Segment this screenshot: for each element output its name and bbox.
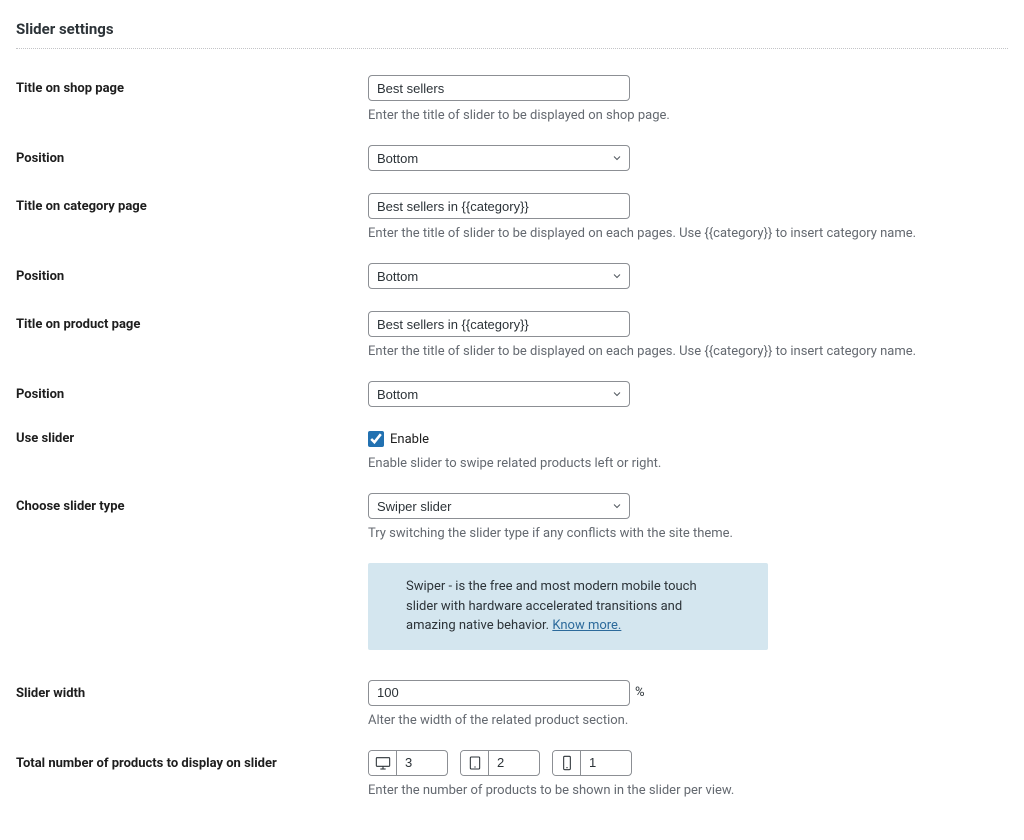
row-title-product: Title on product page Enter the title of…: [16, 311, 1008, 359]
input-tablet-count[interactable]: [489, 751, 539, 775]
row-notice: Swiper - is the free and most modern mob…: [16, 563, 1008, 666]
select-position-1[interactable]: Bottom: [368, 145, 630, 171]
row-use-slider: Use slider Enable Enable slider to swipe…: [16, 429, 1008, 471]
row-slider-type: Choose slider type Swiper slider Try swi…: [16, 493, 1008, 541]
mobile-icon: [553, 751, 581, 775]
checkbox-use-slider[interactable]: [368, 431, 384, 447]
device-mobile-group: [552, 750, 632, 776]
row-position-1: Position Bottom: [16, 145, 1008, 171]
desc-title-category: Enter the title of slider to be displaye…: [368, 226, 1008, 241]
label-position-3: Position: [16, 381, 368, 402]
row-position-2: Position Bottom: [16, 263, 1008, 289]
label-slider-type: Choose slider type: [16, 493, 368, 514]
row-position-3: Position Bottom: [16, 381, 1008, 407]
section-divider: [16, 48, 1008, 49]
row-slider-width: Slider width % Alter the width of the re…: [16, 680, 1008, 728]
desc-slider-width: Alter the width of the related product s…: [368, 713, 1008, 728]
label-position-2: Position: [16, 263, 368, 284]
input-mobile-count[interactable]: [581, 751, 631, 775]
select-position-3[interactable]: Bottom: [368, 381, 630, 407]
desc-use-slider: Enable slider to swipe related products …: [368, 456, 1008, 471]
row-title-category: Title on category page Enter the title o…: [16, 193, 1008, 241]
swiper-notice: Swiper - is the free and most modern mob…: [368, 563, 768, 650]
device-desktop-group: [368, 750, 448, 776]
notice-link[interactable]: Know more.: [552, 618, 621, 633]
tablet-icon: [461, 751, 489, 775]
checkbox-use-slider-label: Enable: [390, 432, 429, 447]
desc-title-product: Enter the title of slider to be displaye…: [368, 344, 1008, 359]
desktop-icon: [369, 751, 397, 775]
row-title-shop: Title on shop page Enter the title of sl…: [16, 75, 1008, 123]
label-position-1: Position: [16, 145, 368, 166]
input-slider-width[interactable]: [368, 680, 630, 706]
label-title-shop: Title on shop page: [16, 75, 368, 96]
select-slider-type[interactable]: Swiper slider: [368, 493, 630, 519]
input-title-product[interactable]: [368, 311, 630, 337]
input-desktop-count[interactable]: [397, 751, 447, 775]
desc-total-products: Enter the number of products to be shown…: [368, 783, 1008, 798]
label-slider-width: Slider width: [16, 680, 368, 701]
slider-width-unit: %: [635, 685, 645, 700]
section-title: Slider settings: [16, 20, 1008, 38]
input-title-category[interactable]: [368, 193, 630, 219]
input-title-shop[interactable]: [368, 75, 630, 101]
desc-title-shop: Enter the title of slider to be displaye…: [368, 108, 1008, 123]
select-position-2[interactable]: Bottom: [368, 263, 630, 289]
desc-slider-type: Try switching the slider type if any con…: [368, 526, 1008, 541]
label-total-products: Total number of products to display on s…: [16, 750, 368, 771]
device-tablet-group: [460, 750, 540, 776]
label-title-product: Title on product page: [16, 311, 368, 332]
label-title-category: Title on category page: [16, 193, 368, 214]
label-use-slider: Use slider: [16, 429, 368, 446]
row-total-products: Total number of products to display on s…: [16, 750, 1008, 798]
